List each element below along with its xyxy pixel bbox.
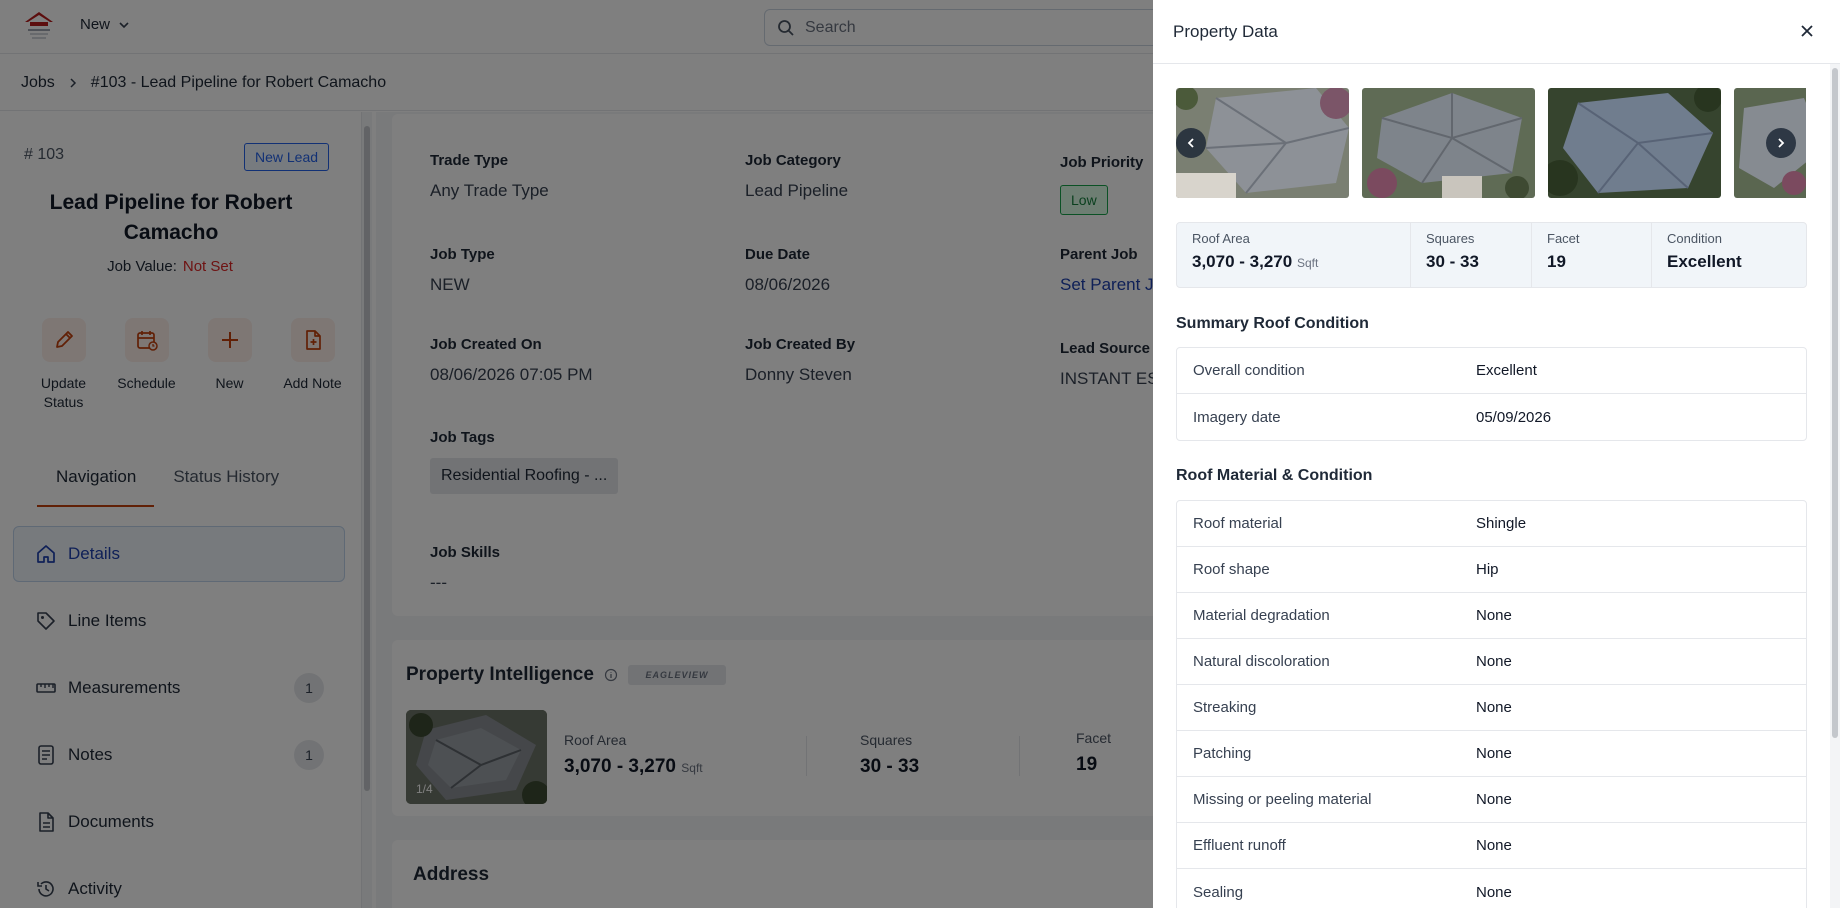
gallery-next-button[interactable] [1766, 128, 1796, 158]
aerial-gallery [1176, 88, 1806, 198]
row-value: None [1476, 837, 1512, 854]
stat-value: 30 - 33 [1426, 252, 1479, 271]
facet-stat: Facet 19 [1532, 223, 1652, 287]
row-value: None [1476, 653, 1512, 670]
summary-table: Overall condition Excellent Imagery date… [1176, 347, 1807, 441]
row-key: Overall condition [1193, 362, 1305, 379]
drawer-title: Property Data [1173, 21, 1278, 41]
chevron-left-icon [1187, 138, 1194, 148]
row-key: Material degradation [1193, 607, 1330, 624]
gallery-prev-button[interactable] [1176, 128, 1206, 158]
table-row: Overall condition Excellent [1177, 348, 1806, 394]
property-data-drawer: Property Data Roof Area 3,070 - 3,270 Sq… [1153, 0, 1840, 908]
roof-stats: Roof Area 3,070 - 3,270 Sqft Squares 30 … [1176, 222, 1807, 288]
row-key: Imagery date [1193, 408, 1281, 426]
table-row: Imagery date 05/09/2026 [1177, 394, 1806, 440]
roof-material-title: Roof Material & Condition [1176, 467, 1373, 484]
chevron-right-icon [1778, 138, 1785, 148]
squares-stat: Squares 30 - 33 [1411, 223, 1532, 287]
row-key: Roof shape [1193, 561, 1270, 578]
table-row: Material degradation None [1177, 593, 1806, 639]
table-row: Roof material Shingle [1177, 501, 1806, 547]
aerial-photo [1362, 88, 1535, 198]
table-row: Natural discoloration None [1177, 639, 1806, 685]
row-key: Streaking [1193, 699, 1257, 716]
drawer-header: Property Data [1153, 0, 1840, 64]
table-row: Sealing None [1177, 869, 1806, 908]
roof-area-stat: Roof Area 3,070 - 3,270 Sqft [1177, 223, 1411, 287]
condition-stat: Condition Excellent [1652, 223, 1806, 287]
row-value: Hip [1476, 561, 1499, 578]
stat-value: Excellent [1667, 252, 1742, 271]
row-value: Excellent [1476, 362, 1537, 379]
row-value: 05/09/2026 [1476, 408, 1552, 426]
stat-label: Roof Area [1192, 231, 1250, 246]
close-icon [1801, 25, 1813, 37]
row-key: Effluent runoff [1193, 837, 1286, 854]
row-value: None [1476, 607, 1512, 624]
row-key: Missing or peeling material [1193, 791, 1372, 808]
table-row: Effluent runoff None [1177, 823, 1806, 869]
row-value: None [1476, 699, 1512, 716]
table-row: Missing or peeling material None [1177, 777, 1806, 823]
stat-label: Condition [1667, 231, 1722, 246]
summary-roof-condition-title: Summary Roof Condition [1176, 315, 1369, 332]
row-key: Sealing [1193, 883, 1244, 901]
row-key: Natural discoloration [1193, 653, 1330, 670]
scrollbar-thumb[interactable] [1832, 68, 1838, 738]
drawer-scrollbar[interactable] [1830, 64, 1840, 908]
gallery-image[interactable] [1548, 88, 1721, 198]
table-row: Streaking None [1177, 685, 1806, 731]
modal-backdrop[interactable] [0, 0, 1153, 908]
aerial-photo [1548, 88, 1721, 198]
close-button[interactable] [1796, 20, 1818, 42]
stat-label: Squares [1426, 231, 1475, 246]
row-value: None [1476, 883, 1512, 901]
row-value: None [1476, 791, 1512, 808]
stat-unit: Sqft [1296, 256, 1319, 270]
stat-value: 3,070 - 3,270 [1192, 252, 1293, 271]
table-row: Patching None [1177, 731, 1806, 777]
gallery-image[interactable] [1362, 88, 1535, 198]
row-value: None [1476, 745, 1512, 762]
row-key: Roof material [1193, 515, 1283, 532]
row-key: Patching [1193, 745, 1252, 762]
table-row: Roof shape Hip [1177, 547, 1806, 593]
stat-label: Facet [1547, 231, 1580, 246]
stat-value: 19 [1547, 252, 1566, 271]
row-value: Shingle [1476, 515, 1527, 532]
roof-material-table: Roof material Shingle Roof shape Hip Mater… [1176, 500, 1807, 908]
